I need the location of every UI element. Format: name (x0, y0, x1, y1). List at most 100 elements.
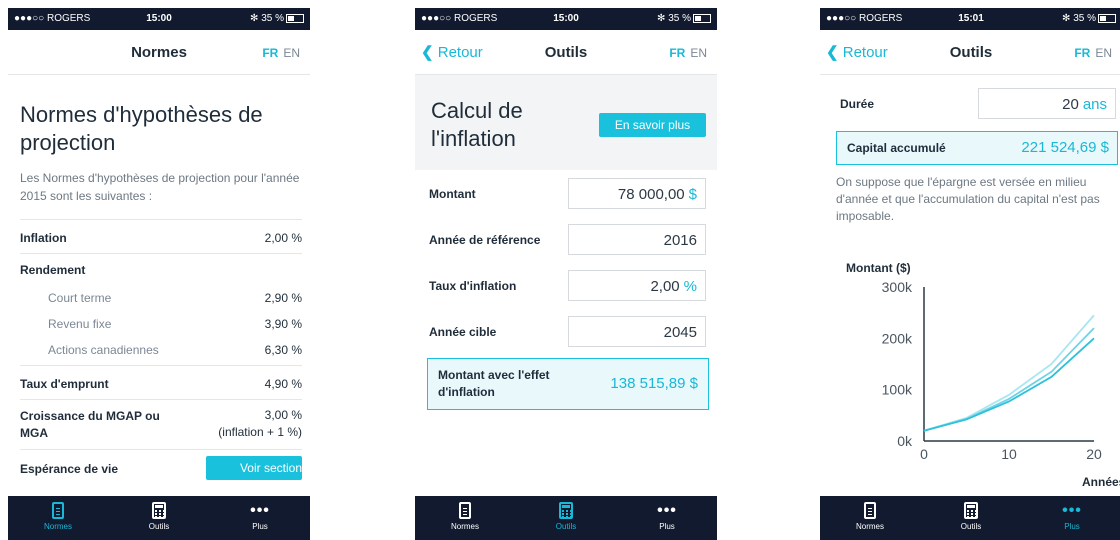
y-tick-label: 100k (882, 382, 913, 398)
result-value: 221 524,69 $ (1021, 139, 1109, 156)
tab-plus[interactable]: ••• Plus (210, 496, 310, 540)
row-value: 3,00 % (264, 408, 302, 422)
result-value: 138 515,89 $ (610, 375, 698, 392)
field-unit: % (683, 278, 697, 295)
series-line (923, 314, 1095, 432)
voir-section-button[interactable]: Voir section (206, 456, 302, 480)
lang-fr-button[interactable]: FR (1074, 46, 1090, 60)
language-switch: FR EN (669, 46, 707, 60)
inflation-content: Calcul de l'inflation En savoir plus Mon… (415, 75, 717, 540)
language-switch: FR EN (1074, 46, 1112, 60)
field-value: 2,00 (650, 278, 680, 295)
row-label: Actions canadiennes (48, 343, 159, 357)
more-icon: ••• (657, 502, 677, 519)
learn-more-button[interactable]: En savoir plus (599, 113, 706, 137)
document-icon (864, 502, 876, 519)
normes-content: Normes d'hypothèses de projection Les No… (8, 75, 310, 540)
tab-outils[interactable]: Outils (109, 496, 209, 540)
annee-cible-field[interactable]: 2045 (568, 316, 706, 347)
result-label: Montant avec l'effet d'inflation (438, 368, 550, 399)
battery-icon (1098, 13, 1116, 23)
tab-normes[interactable]: Normes (820, 496, 920, 540)
tab-bar: Normes Outils ••• Plus (8, 496, 310, 540)
x-tick-label: 10 (1001, 446, 1017, 462)
annee-reference-field[interactable]: 2016 (568, 224, 706, 255)
section-description: Les Normes d'hypothèses de projection po… (20, 171, 300, 203)
x-tick-label: 20 (1086, 446, 1102, 462)
field-value: 2016 (663, 232, 697, 249)
taux-inflation-field[interactable]: 2,00% (568, 270, 706, 301)
nav-bar: ❮ Retour Outils FR EN (415, 30, 717, 75)
calculator-icon (152, 502, 166, 519)
field-label: Taux d'inflation (429, 279, 517, 293)
row-court-terme: Court terme 2,90 % (20, 283, 302, 309)
language-switch: FR EN (262, 46, 300, 60)
y-tick-label: 200k (882, 330, 913, 346)
duration-field[interactable]: 20 ans (978, 88, 1116, 119)
row-esperance-vie: Espérance de vie Voir section (20, 449, 302, 488)
battery-indicator: ✻ 35 % (657, 13, 711, 24)
lang-fr-button[interactable]: FR (669, 46, 685, 60)
y-tick-label: 0k (897, 433, 913, 449)
capital-result: Capital accumulé 221 524,69 $ (836, 131, 1118, 165)
tab-normes[interactable]: Normes (8, 496, 108, 540)
tab-normes[interactable]: Normes (415, 496, 515, 540)
tab-label: Normes (855, 522, 884, 531)
battery-label: ✻ 35 % (250, 13, 284, 24)
nav-bar: ❮ Retour Outils FR EN (820, 30, 1120, 75)
document-icon (459, 502, 471, 519)
capital-chart: 0k 100k 200k 300k 0 10 20 (882, 279, 1102, 462)
row-value: 2,90 % (264, 291, 302, 305)
tab-bar: Normes Outils ••• Plus (820, 496, 1120, 540)
tab-label: Plus (252, 522, 268, 531)
more-icon: ••• (1062, 502, 1082, 519)
montant-field[interactable]: 78 000,00 $ (568, 178, 706, 209)
row-label: Croissance du MGAP ou MGA (20, 409, 160, 440)
x-tick-label: 0 (920, 446, 928, 462)
field-label: Année cible (429, 325, 497, 339)
lang-en-button[interactable]: EN (283, 46, 300, 60)
section-title: Calcul de l'inflation (431, 97, 523, 153)
row-label: Taux d'emprunt (20, 377, 109, 391)
more-icon: ••• (250, 502, 270, 519)
assumption-note: On suppose que l'épargne est versée en m… (836, 175, 1100, 223)
row-label: Revenu fixe (48, 317, 112, 331)
tab-label: Plus (659, 522, 675, 531)
lang-en-button[interactable]: EN (690, 46, 707, 60)
battery-label: ✻ 35 % (1062, 13, 1096, 24)
tab-label: Outils (960, 522, 982, 531)
row-note: (inflation + 1 %) (218, 425, 302, 439)
tab-label: Outils (148, 522, 170, 531)
result-label: Capital accumulé (847, 141, 946, 155)
status-bar: ●●●○○ ROGERS 15:00 ✻ 35 % (8, 8, 310, 30)
tab-label: Plus (1064, 522, 1080, 531)
title-line: l'inflation (431, 126, 516, 151)
battery-label: ✻ 35 % (657, 13, 691, 24)
status-bar: ●●●○○ ROGERS 15:00 ✻ 35 % (415, 8, 717, 30)
row-actions-canadiennes: Actions canadiennes 6,30 % (20, 335, 302, 365)
field-value: 2045 (663, 324, 697, 341)
screen-capital: ●●●○○ ROGERS 15:01 ✻ 35 % ❮ Retour Outil… (820, 8, 1120, 540)
tab-plus[interactable]: ••• Plus (617, 496, 717, 540)
field-label: Année de référence (429, 233, 541, 247)
document-icon (52, 502, 64, 519)
battery-icon (286, 13, 304, 23)
section-title: Normes d'hypothèses de projection (20, 102, 263, 155)
row-rendement: Rendement (20, 253, 302, 284)
screen-normes: ●●●○○ ROGERS 15:00 ✻ 35 % Normes FR EN No… (8, 8, 310, 540)
row-value: 2,00 % (264, 231, 302, 245)
row-value: 6,30 % (264, 343, 302, 357)
calculator-icon (559, 502, 573, 519)
capital-content: Durée 20 ans Capital accumulé 221 524,69 … (820, 75, 1120, 540)
tab-plus[interactable]: ••• Plus (1022, 496, 1120, 540)
tab-outils[interactable]: Outils (921, 496, 1021, 540)
row-inflation: Inflation 2,00 % (20, 219, 302, 254)
inflation-result: Montant avec l'effet d'inflation 138 515… (427, 358, 709, 410)
tab-outils[interactable]: Outils (516, 496, 616, 540)
status-bar: ●●●○○ ROGERS 15:01 ✻ 35 % (820, 8, 1120, 30)
lang-en-button[interactable]: EN (1095, 46, 1112, 60)
lang-fr-button[interactable]: FR (262, 46, 278, 60)
row-label: Inflation (20, 231, 67, 245)
row-croissance-mgap: Croissance du MGAP ou MGA 3,00 % (inflat… (20, 399, 302, 450)
title-line: Calcul de (431, 98, 523, 123)
